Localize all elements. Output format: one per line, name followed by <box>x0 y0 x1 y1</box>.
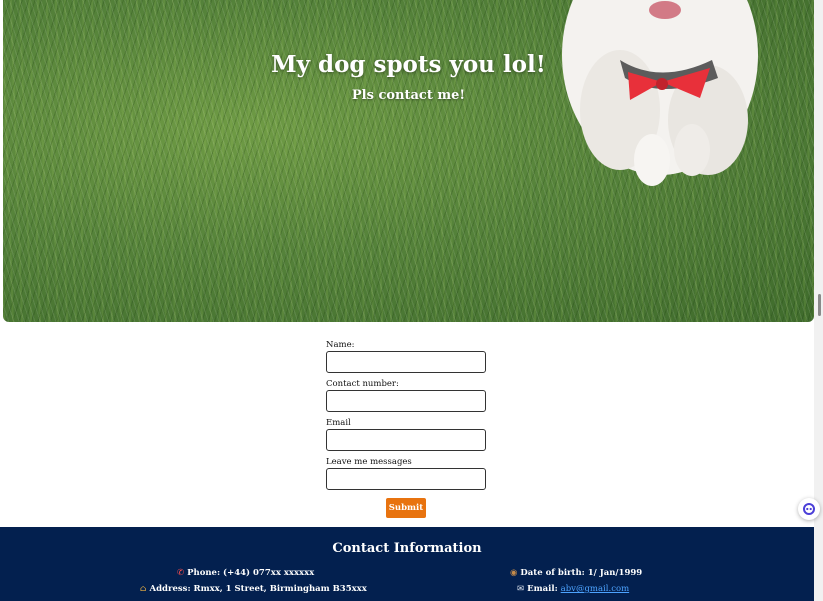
phone-info: ✆ Phone: (+44) 077xx xxxxxx <box>177 568 314 578</box>
email-label: Email <box>326 418 351 428</box>
address-info: ⌂ Address: Rmxx, 1 Street, Birmingham B35… <box>140 584 367 594</box>
email-info: ✉ Email: abv@gmail.com <box>517 584 629 594</box>
message-label: Leave me messages <box>326 457 412 467</box>
contact-footer: Contact Information ✆ Phone: (+44) 077xx … <box>0 527 814 601</box>
scrollbar-thumb[interactable] <box>818 294 821 316</box>
message-input[interactable] <box>326 468 486 490</box>
submit-button[interactable]: Submit <box>386 498 426 518</box>
assistant-button[interactable] <box>798 498 820 520</box>
contact-number-input[interactable] <box>326 390 486 412</box>
phone-text: Phone: (+44) 077xx xxxxxx <box>187 568 315 578</box>
phone-icon: ✆ <box>177 568 185 578</box>
name-label: Name: <box>326 340 355 350</box>
contact-number-label: Contact number: <box>326 379 399 389</box>
email-prefix: Email: <box>527 584 561 594</box>
hero-banner: My dog spots you lol! Pls contact me! <box>3 0 814 322</box>
envelope-icon: ✉ <box>517 584 525 594</box>
name-input[interactable] <box>326 351 486 373</box>
cake-icon: ◉ <box>510 568 518 578</box>
assistant-icon <box>803 503 815 515</box>
page-subtitle: Pls contact me! <box>351 88 466 103</box>
contact-form: Name: Contact number: Email Leave me mes… <box>326 340 486 496</box>
dob-info: ◉ Date of birth: 1/ Jan/1999 <box>510 568 642 578</box>
house-icon: ⌂ <box>140 584 147 594</box>
email-input[interactable] <box>326 429 486 451</box>
page-title: My dog spots you lol! <box>271 51 546 78</box>
footer-title: Contact Information <box>332 541 482 556</box>
email-link[interactable]: abv@gmail.com <box>561 584 629 594</box>
dob-text: Date of birth: 1/ Jan/1999 <box>520 568 643 578</box>
address-text: Address: Rmxx, 1 Street, Birmingham B35x… <box>149 584 367 594</box>
